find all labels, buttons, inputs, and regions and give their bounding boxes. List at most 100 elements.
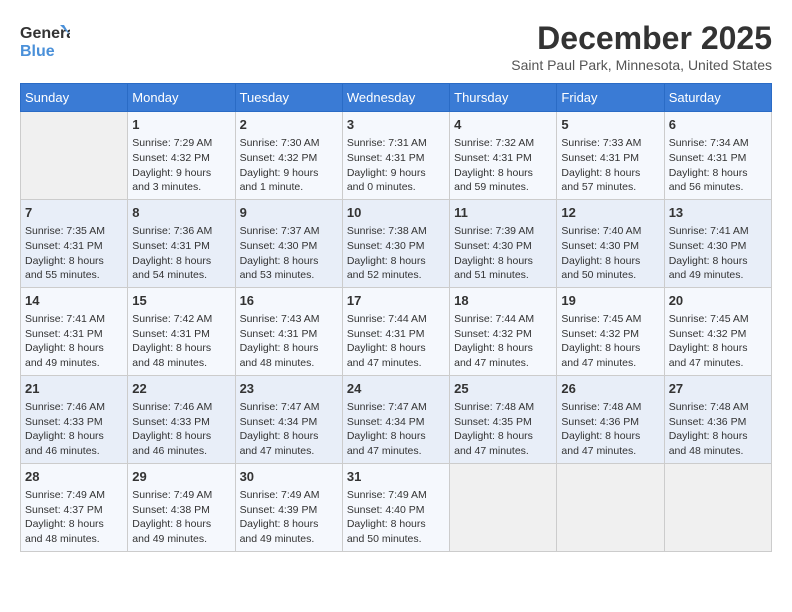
calendar-cell: 31Sunrise: 7:49 AM Sunset: 4:40 PM Dayli… <box>342 463 449 551</box>
calendar-cell: 16 Sunrise: 7:43 AM Sunset: 4:31 PM Dayli… <box>235 287 342 375</box>
day-info: Sunrise: 7:47 AM Sunset: 4:34 PM Dayligh… <box>347 400 445 459</box>
day-info: Sunrise: 7:43 AM Sunset: 4:31 PM Dayligh… <box>240 312 338 371</box>
calendar-header-row: SundayMondayTuesdayWednesdayThursdayFrid… <box>21 84 772 112</box>
calendar-week-row: 14Sunrise: 7:41 AM Sunset: 4:31 PM Dayli… <box>21 287 772 375</box>
calendar-title: December 2025 <box>511 20 772 57</box>
day-number: 28 <box>25 468 123 486</box>
day-info: Sunrise: 7:37 AM Sunset: 4:30 PM Dayligh… <box>240 224 338 283</box>
day-number: 11 <box>454 204 552 222</box>
calendar-week-row: 1 Sunrise: 7:29 AM Sunset: 4:32 PM Daylig… <box>21 112 772 200</box>
calendar-cell: 10Sunrise: 7:38 AM Sunset: 4:30 PM Dayli… <box>342 199 449 287</box>
day-info: Sunrise: 7:48 AM Sunset: 4:36 PM Dayligh… <box>561 400 659 459</box>
calendar-cell: 9 Sunrise: 7:37 AM Sunset: 4:30 PM Daylig… <box>235 199 342 287</box>
day-info: Sunrise: 7:31 AM Sunset: 4:31 PM Dayligh… <box>347 136 445 195</box>
calendar-cell: 4 Sunrise: 7:32 AM Sunset: 4:31 PM Daylig… <box>450 112 557 200</box>
day-number: 8 <box>132 204 230 222</box>
day-number: 29 <box>132 468 230 486</box>
calendar-week-row: 21Sunrise: 7:46 AM Sunset: 4:33 PM Dayli… <box>21 375 772 463</box>
calendar-cell: 12 Sunrise: 7:40 AM Sunset: 4:30 PM Dayli… <box>557 199 664 287</box>
calendar-cell: 29 Sunrise: 7:49 AM Sunset: 4:38 PM Dayli… <box>128 463 235 551</box>
day-info: Sunrise: 7:46 AM Sunset: 4:33 PM Dayligh… <box>25 400 123 459</box>
day-number: 1 <box>132 116 230 134</box>
calendar-cell: 23Sunrise: 7:47 AM Sunset: 4:34 PM Dayli… <box>235 375 342 463</box>
page-header: GeneralBlue December 2025 Saint Paul Par… <box>20 20 772 73</box>
day-info: Sunrise: 7:48 AM Sunset: 4:35 PM Dayligh… <box>454 400 552 459</box>
day-number: 10 <box>347 204 445 222</box>
day-info: Sunrise: 7:49 AM Sunset: 4:38 PM Dayligh… <box>132 488 230 547</box>
calendar-cell: 18 Sunrise: 7:44 AM Sunset: 4:32 PM Dayli… <box>450 287 557 375</box>
calendar-cell: 17 Sunrise: 7:44 AM Sunset: 4:31 PM Dayli… <box>342 287 449 375</box>
title-block: December 2025 Saint Paul Park, Minnesota… <box>511 20 772 73</box>
calendar-cell: 15 Sunrise: 7:42 AM Sunset: 4:31 PM Dayli… <box>128 287 235 375</box>
calendar-cell: 3Sunrise: 7:31 AM Sunset: 4:31 PM Daylig… <box>342 112 449 200</box>
calendar-cell <box>450 463 557 551</box>
calendar-cell: 5 Sunrise: 7:33 AM Sunset: 4:31 PM Daylig… <box>557 112 664 200</box>
day-number: 22 <box>132 380 230 398</box>
calendar-cell: 21Sunrise: 7:46 AM Sunset: 4:33 PM Dayli… <box>21 375 128 463</box>
calendar-cell: 6Sunrise: 7:34 AM Sunset: 4:31 PM Daylig… <box>664 112 771 200</box>
day-number: 26 <box>561 380 659 398</box>
logo: GeneralBlue <box>20 20 70 62</box>
calendar-cell: 8 Sunrise: 7:36 AM Sunset: 4:31 PM Daylig… <box>128 199 235 287</box>
day-number: 30 <box>240 468 338 486</box>
day-info: Sunrise: 7:41 AM Sunset: 4:30 PM Dayligh… <box>669 224 767 283</box>
day-info: Sunrise: 7:49 AM Sunset: 4:39 PM Dayligh… <box>240 488 338 547</box>
day-number: 27 <box>669 380 767 398</box>
weekday-header: Monday <box>128 84 235 112</box>
day-info: Sunrise: 7:49 AM Sunset: 4:37 PM Dayligh… <box>25 488 123 547</box>
day-info: Sunrise: 7:29 AM Sunset: 4:32 PM Dayligh… <box>132 136 230 195</box>
day-info: Sunrise: 7:42 AM Sunset: 4:31 PM Dayligh… <box>132 312 230 371</box>
calendar-cell: 11Sunrise: 7:39 AM Sunset: 4:30 PM Dayli… <box>450 199 557 287</box>
day-info: Sunrise: 7:45 AM Sunset: 4:32 PM Dayligh… <box>669 312 767 371</box>
calendar-cell: 1 Sunrise: 7:29 AM Sunset: 4:32 PM Daylig… <box>128 112 235 200</box>
svg-text:General: General <box>20 25 70 42</box>
calendar-cell: 19 Sunrise: 7:45 AM Sunset: 4:32 PM Dayli… <box>557 287 664 375</box>
day-number: 4 <box>454 116 552 134</box>
day-number: 6 <box>669 116 767 134</box>
svg-text:Blue: Blue <box>20 43 55 60</box>
day-number: 23 <box>240 380 338 398</box>
calendar-cell: 25 Sunrise: 7:48 AM Sunset: 4:35 PM Dayli… <box>450 375 557 463</box>
day-number: 24 <box>347 380 445 398</box>
day-info: Sunrise: 7:30 AM Sunset: 4:32 PM Dayligh… <box>240 136 338 195</box>
day-number: 15 <box>132 292 230 310</box>
day-number: 5 <box>561 116 659 134</box>
day-number: 17 <box>347 292 445 310</box>
day-number: 13 <box>669 204 767 222</box>
weekday-header: Saturday <box>664 84 771 112</box>
calendar-cell: 24 Sunrise: 7:47 AM Sunset: 4:34 PM Dayli… <box>342 375 449 463</box>
day-number: 2 <box>240 116 338 134</box>
day-number: 31 <box>347 468 445 486</box>
day-number: 9 <box>240 204 338 222</box>
calendar-cell: 27Sunrise: 7:48 AM Sunset: 4:36 PM Dayli… <box>664 375 771 463</box>
calendar-cell: 13 Sunrise: 7:41 AM Sunset: 4:30 PM Dayli… <box>664 199 771 287</box>
day-number: 25 <box>454 380 552 398</box>
weekday-header: Tuesday <box>235 84 342 112</box>
day-info: Sunrise: 7:33 AM Sunset: 4:31 PM Dayligh… <box>561 136 659 195</box>
day-info: Sunrise: 7:44 AM Sunset: 4:32 PM Dayligh… <box>454 312 552 371</box>
day-info: Sunrise: 7:45 AM Sunset: 4:32 PM Dayligh… <box>561 312 659 371</box>
logo-svg: GeneralBlue <box>20 20 70 62</box>
day-number: 16 <box>240 292 338 310</box>
day-number: 12 <box>561 204 659 222</box>
weekday-header: Wednesday <box>342 84 449 112</box>
day-number: 18 <box>454 292 552 310</box>
day-info: Sunrise: 7:44 AM Sunset: 4:31 PM Dayligh… <box>347 312 445 371</box>
day-number: 19 <box>561 292 659 310</box>
calendar-cell: 14Sunrise: 7:41 AM Sunset: 4:31 PM Dayli… <box>21 287 128 375</box>
day-info: Sunrise: 7:35 AM Sunset: 4:31 PM Dayligh… <box>25 224 123 283</box>
calendar-cell: 22Sunrise: 7:46 AM Sunset: 4:33 PM Dayli… <box>128 375 235 463</box>
calendar-week-row: 28 Sunrise: 7:49 AM Sunset: 4:37 PM Dayli… <box>21 463 772 551</box>
calendar-cell: 30 Sunrise: 7:49 AM Sunset: 4:39 PM Dayli… <box>235 463 342 551</box>
calendar-cell: 28 Sunrise: 7:49 AM Sunset: 4:37 PM Dayli… <box>21 463 128 551</box>
calendar-cell: 2 Sunrise: 7:30 AM Sunset: 4:32 PM Daylig… <box>235 112 342 200</box>
day-number: 20 <box>669 292 767 310</box>
calendar-cell: 26 Sunrise: 7:48 AM Sunset: 4:36 PM Dayli… <box>557 375 664 463</box>
calendar-cell <box>557 463 664 551</box>
day-info: Sunrise: 7:40 AM Sunset: 4:30 PM Dayligh… <box>561 224 659 283</box>
calendar-cell <box>21 112 128 200</box>
day-info: Sunrise: 7:32 AM Sunset: 4:31 PM Dayligh… <box>454 136 552 195</box>
weekday-header: Sunday <box>21 84 128 112</box>
calendar-week-row: 7Sunrise: 7:35 AM Sunset: 4:31 PM Daylig… <box>21 199 772 287</box>
day-info: Sunrise: 7:36 AM Sunset: 4:31 PM Dayligh… <box>132 224 230 283</box>
